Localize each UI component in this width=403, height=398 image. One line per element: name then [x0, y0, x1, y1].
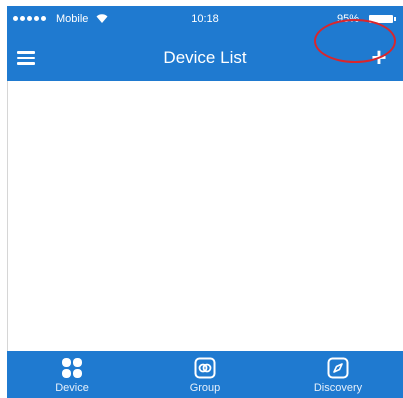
tab-group-label: Group [189, 382, 221, 394]
group-icon [194, 357, 216, 379]
tab-discovery[interactable]: Discovery [273, 351, 403, 398]
compass-icon [327, 357, 349, 379]
tab-group[interactable]: Group [140, 351, 270, 398]
top-bar: Mobile 10:18 95% Device List + [7, 6, 403, 81]
device-list [7, 81, 403, 351]
tab-bar: Device Group Discovery [7, 351, 403, 398]
tab-discovery-label: Discovery [313, 382, 363, 394]
highlight-circle-annotation [314, 19, 396, 63]
tab-device-label: Device [55, 382, 89, 394]
app-screen: Mobile 10:18 95% Device List + Device Gr… [0, 0, 403, 398]
device-grid-icon [62, 358, 82, 378]
tab-device[interactable]: Device [7, 351, 137, 398]
